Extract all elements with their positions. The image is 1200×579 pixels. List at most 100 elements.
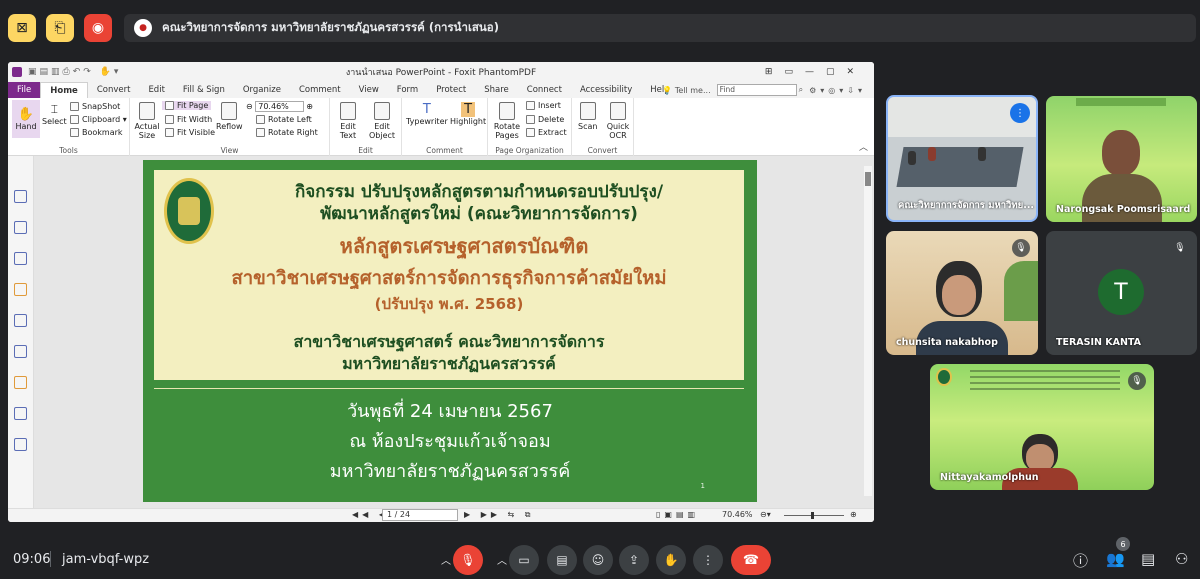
people-icon[interactable]: 👥	[1106, 550, 1125, 568]
mic-off-icon: 🎙	[1012, 239, 1030, 257]
hand-icon: ✋	[663, 553, 679, 567]
tab-edit[interactable]: Edit	[139, 82, 173, 98]
tab-convert[interactable]: Convert	[88, 82, 140, 98]
zoom-in-status-icon[interactable]: ⊕	[850, 510, 857, 519]
zoom-slider[interactable]	[784, 515, 844, 516]
highlight-button[interactable]: T Highlight	[450, 102, 486, 126]
participant-tile-room[interactable]: ⋮ คณะวิทยาการจัดการ มหาวิทย...	[886, 95, 1038, 222]
edit-object-icon	[374, 102, 390, 120]
page-number-input[interactable]: 1 / 24	[382, 509, 458, 521]
tab-view[interactable]: View	[350, 82, 388, 98]
presentation-banner: ● คณะวิทยาการจัดการ มหาวิทยาลัยราชภัฏนคร…	[124, 14, 1196, 42]
chevron-up-icon[interactable]: ︿	[497, 552, 507, 567]
raise-hand-button[interactable]: ✋	[656, 545, 686, 575]
activity-title-line2: พัฒนาหลักสูตรใหม่ (คณะวิทยาการจัดการ)	[320, 204, 638, 224]
info-icon[interactable]: ⓘ	[1073, 550, 1088, 571]
participant-tile-chunsita[interactable]: 🎙 chunsita nakabhop	[886, 231, 1038, 355]
bookmark-button[interactable]: Bookmark	[70, 128, 123, 137]
vertical-scrollbar[interactable]	[864, 166, 872, 496]
status-zoom: 70.46%	[722, 510, 753, 519]
lock-icon[interactable]	[14, 376, 27, 389]
hide-people-icon[interactable]: ⊠	[8, 14, 36, 42]
scan-button[interactable]: Scan	[578, 102, 597, 131]
zoom-in-icon[interactable]: ⊕	[304, 102, 313, 111]
exit-icon[interactable]: ⎗	[46, 14, 74, 42]
security-icon[interactable]	[14, 345, 27, 358]
insert-button[interactable]: Insert	[526, 101, 561, 110]
hand-button[interactable]: ✋ Hand	[12, 100, 40, 138]
quick-ocr-button[interactable]: Quick OCR	[606, 102, 630, 140]
convert-group: Scan Quick OCR Convert	[572, 98, 634, 156]
zoom-out-icon[interactable]: ⊖	[246, 102, 255, 111]
captions-button[interactable]: ▤	[547, 545, 577, 575]
zoom-out-status-icon[interactable]: ⊖▾	[760, 510, 771, 519]
title-bar: ▣▤▥⎙↶↷ ✋▾ งานนำเสนอ PowerPoint - Foxit P…	[8, 62, 874, 82]
layers-icon[interactable]	[14, 221, 27, 234]
fit-width-icon	[165, 115, 174, 124]
view-mode-icons[interactable]: ▯▣▤▥	[656, 510, 699, 519]
select-button[interactable]: ⌶ Select	[42, 102, 67, 126]
participant-tile-narongsak[interactable]: Narongsak Poomsrisaard	[1046, 96, 1197, 222]
window-title: งานนำเสนอ PowerPoint - Foxit PhantomPDF	[345, 68, 537, 78]
next-last-page-icons[interactable]: ▶ ▶▶ ⇆ ⧉	[464, 510, 535, 520]
pages-icon[interactable]	[14, 190, 27, 203]
edit-object-button[interactable]: Edit Object	[366, 102, 398, 140]
snapshot-button[interactable]: SnapShot	[70, 102, 120, 111]
fit-width-button[interactable]: Fit Width	[165, 115, 212, 124]
stack-icon[interactable]	[14, 252, 27, 265]
edit-text-icon	[340, 102, 356, 120]
reactions-button[interactable]: ☺	[583, 545, 613, 575]
zoom-slider-thumb[interactable]	[811, 512, 814, 519]
typewriter-button[interactable]: T Typewriter	[406, 102, 448, 126]
leave-call-button[interactable]: ☎	[731, 545, 771, 575]
window-controls[interactable]: ⊞▭—▢✕	[765, 67, 866, 77]
record-icon[interactable]: ◉	[84, 14, 112, 42]
foxit-window: ▣▤▥⎙↶↷ ✋▾ งานนำเสนอ PowerPoint - Foxit P…	[8, 62, 874, 522]
rotate-right-button[interactable]: Rotate Right	[256, 128, 318, 137]
fit-page-button[interactable]: Fit Page	[162, 101, 212, 110]
delete-button[interactable]: Delete	[526, 115, 564, 124]
tab-home[interactable]: Home	[40, 82, 88, 98]
rotate-pages-button[interactable]: Rotate Pages	[492, 102, 522, 140]
tab-connect[interactable]: Connect	[518, 82, 571, 98]
chat-icon[interactable]: ▤	[1141, 550, 1155, 568]
search-icon[interactable]: ⌕	[799, 85, 803, 95]
participant-tile-terasin[interactable]: T 🎙 TERASIN KANTA	[1046, 231, 1197, 355]
participant-tile-nittaya[interactable]: 🎙 Nittayakamolphun	[930, 364, 1154, 490]
tab-protect[interactable]: Protect	[427, 82, 475, 98]
camera-toggle-button[interactable]: ▭	[509, 545, 539, 575]
tab-organize[interactable]: Organize	[234, 82, 290, 98]
mic-toggle-button[interactable]: 🎙	[453, 545, 483, 575]
tab-comment[interactable]: Comment	[290, 82, 350, 98]
comments-icon[interactable]	[14, 283, 27, 296]
tab-form[interactable]: Form	[388, 82, 427, 98]
edit-group: Edit Text Edit Object Edit	[330, 98, 402, 156]
fit-visible-button[interactable]: Fit Visible	[165, 128, 215, 137]
zoom-select[interactable]: ⊖ 70.46% ⊕	[246, 101, 313, 112]
attachment-icon[interactable]	[14, 314, 27, 327]
participant-name: Narongsak Poomsrisaard	[1056, 204, 1191, 215]
tab-share[interactable]: Share	[475, 82, 518, 98]
clipboard-button[interactable]: Clipboard ▾	[70, 115, 127, 124]
ribbon: ✋ Hand ⌶ Select SnapShot Clipboard ▾ Bookm…	[8, 98, 874, 156]
slide-number: 1	[700, 482, 705, 490]
reflow-button[interactable]: Reflow	[216, 102, 243, 131]
help-icons[interactable]: ⚙▾◎▾⇩▾	[809, 86, 866, 95]
find-input[interactable]: Find	[716, 84, 797, 96]
tab-fill-sign[interactable]: Fill & Sign	[174, 82, 234, 98]
present-button[interactable]: ⇪	[619, 545, 649, 575]
more-options-button[interactable]: ⋮	[693, 545, 723, 575]
content-icon[interactable]	[14, 407, 27, 420]
edit-text-button[interactable]: Edit Text	[336, 102, 360, 140]
signature-icon[interactable]	[14, 438, 27, 451]
chevron-up-icon[interactable]: ︿	[441, 552, 451, 567]
actual-size-button[interactable]: Actual Size	[134, 102, 160, 140]
extract-button[interactable]: Extract	[526, 128, 567, 137]
tab-accessibility[interactable]: Accessibility	[571, 82, 641, 98]
activities-icon[interactable]: ⚇	[1175, 550, 1188, 568]
tab-file[interactable]: File	[8, 82, 41, 98]
tell-me[interactable]: Tell me...	[675, 86, 711, 95]
rotate-left-button[interactable]: Rotate Left	[256, 115, 312, 124]
end-call-icon: ☎	[742, 552, 760, 568]
collapse-ribbon-icon[interactable]: ︿	[859, 140, 868, 153]
